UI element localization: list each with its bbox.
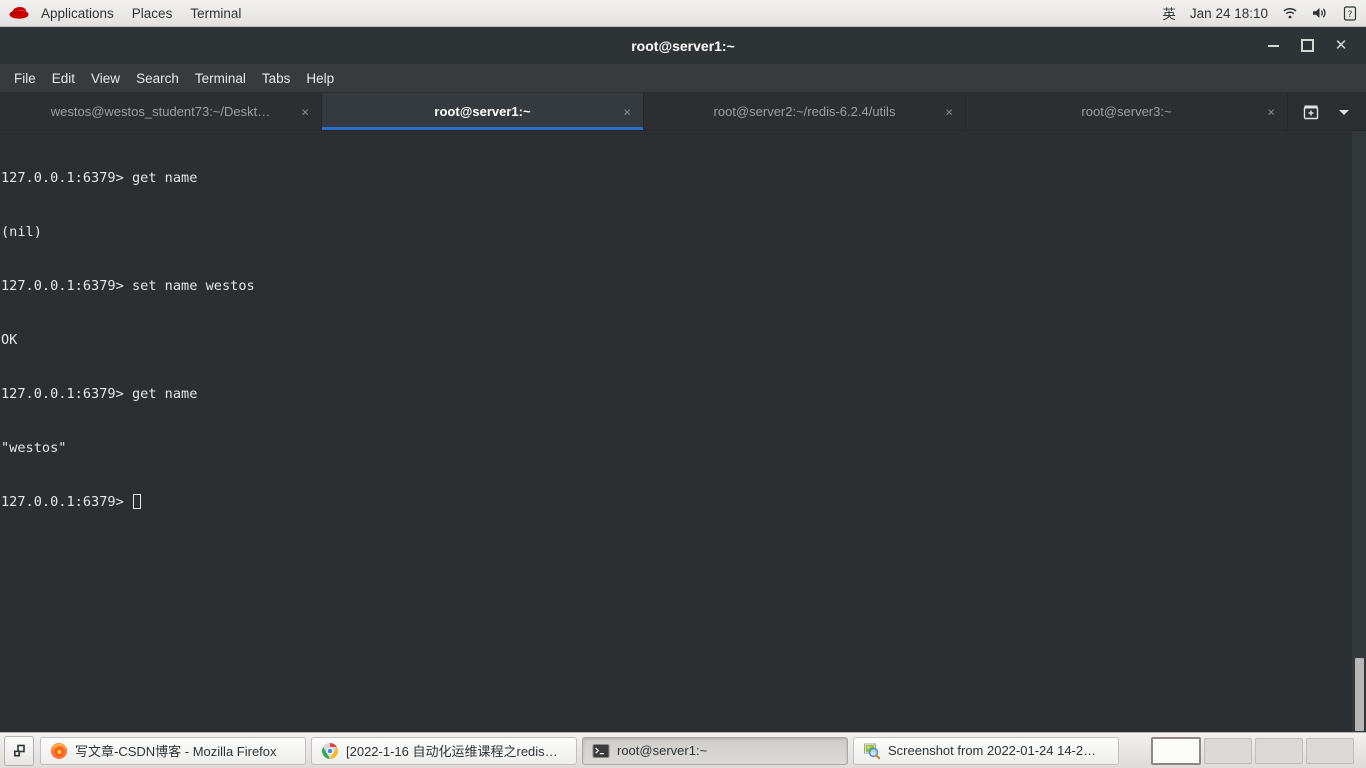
tab-label: root@server2:~/redis-6.2.4/utils xyxy=(713,104,896,119)
help-icon[interactable]: ? xyxy=(1342,5,1358,21)
chrome-icon xyxy=(321,742,339,760)
tab-close-icon[interactable]: × xyxy=(623,104,631,119)
menubar-terminal-label: Terminal xyxy=(194,70,246,86)
taskbar-item-label: root@server1:~ xyxy=(617,743,708,758)
terminal-cursor xyxy=(132,494,141,509)
taskbar: 写文章-CSDN博客 - Mozilla Firefox [2022-1-16 … xyxy=(0,732,1366,768)
menubar-view-label: View xyxy=(91,70,121,86)
menubar-edit[interactable]: Edit xyxy=(44,64,83,92)
maximize-icon xyxy=(1300,39,1314,52)
tab-root-server2-redis-utils[interactable]: root@server2:~/redis-6.2.4/utils × xyxy=(644,93,966,130)
menu-applications-label: Applications xyxy=(41,5,114,21)
top-panel-right: 英 Jan 24 18:10 ? xyxy=(1162,0,1366,26)
tab-label: westos@westos_student73:~/Deskt… xyxy=(50,104,271,119)
menu-places-label: Places xyxy=(131,5,173,21)
tab-close-icon[interactable]: × xyxy=(945,104,953,119)
workspace-3[interactable] xyxy=(1255,737,1303,764)
menubar-help[interactable]: Help xyxy=(298,64,342,92)
menubar-file-label: File xyxy=(14,70,36,86)
tab-label: root@server3:~ xyxy=(1081,104,1172,119)
tab-label: root@server1:~ xyxy=(434,104,531,119)
menubar-edit-label: Edit xyxy=(51,70,76,86)
chevron-down-icon[interactable] xyxy=(1332,100,1356,124)
menubar-tabs[interactable]: Tabs xyxy=(254,64,299,92)
taskbar-item-label: [2022-1-16 自动化运维课程之redis… xyxy=(346,744,558,759)
wifi-icon[interactable] xyxy=(1282,5,1298,21)
taskbar-item-screenshot[interactable]: Screenshot from 2022-01-24 14-2… xyxy=(853,736,1119,765)
redhat-logo-icon[interactable] xyxy=(8,5,30,21)
workspace-switcher xyxy=(1151,736,1362,765)
top-panel-left: Applications Places Terminal xyxy=(0,0,250,26)
terminal-line: 127.0.0.1:6379> get name xyxy=(1,170,198,186)
menu-terminal-label: Terminal xyxy=(190,5,242,21)
window-controls: ✕ xyxy=(1258,32,1366,60)
menubar-search[interactable]: Search xyxy=(128,64,187,92)
menu-bar: File Edit View Search Terminal Tabs Help xyxy=(0,64,1366,93)
terminal-body[interactable]: 127.0.0.1:6379> get name (nil) 127.0.0.1… xyxy=(0,131,1366,732)
window-title: root@server1:~ xyxy=(631,37,735,54)
tab-bar: westos@westos_student73:~/Deskt… × root@… xyxy=(0,93,1366,131)
clock[interactable]: Jan 24 18:10 xyxy=(1190,6,1268,21)
terminal-icon xyxy=(592,742,610,760)
scrollbar-thumb[interactable] xyxy=(1355,658,1364,731)
workspace-4[interactable] xyxy=(1306,737,1354,764)
terminal-line: (nil) xyxy=(1,224,42,240)
minimize-button[interactable] xyxy=(1258,32,1288,60)
close-icon: ✕ xyxy=(1334,37,1348,54)
input-method-indicator[interactable]: 英 xyxy=(1162,3,1176,23)
terminal-line: "westos" xyxy=(1,440,67,456)
minimize-icon xyxy=(1267,44,1279,47)
menu-terminal[interactable]: Terminal xyxy=(181,0,250,26)
workspace-1[interactable] xyxy=(1151,736,1201,765)
taskbar-item-chrome[interactable]: [2022-1-16 自动化运维课程之redis… xyxy=(311,736,577,765)
taskbar-item-terminal[interactable]: root@server1:~ xyxy=(582,736,848,765)
workspace-2[interactable] xyxy=(1204,737,1252,764)
terminal-line: 127.0.0.1:6379> get name xyxy=(1,386,198,402)
maximize-button[interactable] xyxy=(1292,32,1322,60)
new-tab-icon[interactable] xyxy=(1299,100,1323,124)
svg-text:?: ? xyxy=(1348,10,1353,20)
taskbar-item-label: Screenshot from 2022-01-24 14-2… xyxy=(888,743,1097,758)
menubar-view[interactable]: View xyxy=(83,64,128,92)
terminal-prompt-line: 127.0.0.1:6379> xyxy=(1,493,1352,511)
terminal-prompt: 127.0.0.1:6379> xyxy=(1,494,132,510)
terminal-line: OK xyxy=(1,332,18,348)
firefox-icon xyxy=(50,742,68,760)
menu-places[interactable]: Places xyxy=(123,0,182,26)
tab-westos-student73[interactable]: westos@westos_student73:~/Deskt… × xyxy=(0,93,322,130)
menubar-help-label: Help xyxy=(306,70,335,86)
menubar-tabs-label: Tabs xyxy=(261,70,291,86)
menubar-search-label: Search xyxy=(136,70,179,86)
tab-root-server1[interactable]: root@server1:~ × xyxy=(322,93,644,130)
window-list-icon[interactable] xyxy=(4,735,34,766)
terminal-line: 127.0.0.1:6379> set name westos xyxy=(1,278,255,294)
tab-close-icon[interactable]: × xyxy=(301,104,309,119)
terminal-output[interactable]: 127.0.0.1:6379> get name (nil) 127.0.0.1… xyxy=(0,131,1352,732)
taskbar-item-label: 写文章-CSDN博客 - Mozilla Firefox xyxy=(75,744,277,759)
title-bar[interactable]: root@server1:~ ✕ xyxy=(0,27,1366,64)
menubar-file[interactable]: File xyxy=(6,64,44,92)
screenshot-icon xyxy=(863,742,881,760)
terminal-scrollbar[interactable] xyxy=(1352,131,1366,732)
taskbar-item-firefox[interactable]: 写文章-CSDN博客 - Mozilla Firefox xyxy=(40,736,306,765)
tab-tools xyxy=(1288,93,1366,130)
terminal-window: root@server1:~ ✕ File Edit View Search T… xyxy=(0,27,1366,732)
menubar-terminal[interactable]: Terminal xyxy=(187,64,254,92)
tab-root-server3[interactable]: root@server3:~ × xyxy=(966,93,1288,130)
close-button[interactable]: ✕ xyxy=(1326,32,1356,60)
menu-applications[interactable]: Applications xyxy=(32,0,123,26)
volume-icon[interactable] xyxy=(1312,5,1328,21)
top-panel: Applications Places Terminal 英 Jan 24 18… xyxy=(0,0,1366,27)
tab-close-icon[interactable]: × xyxy=(1267,104,1275,119)
